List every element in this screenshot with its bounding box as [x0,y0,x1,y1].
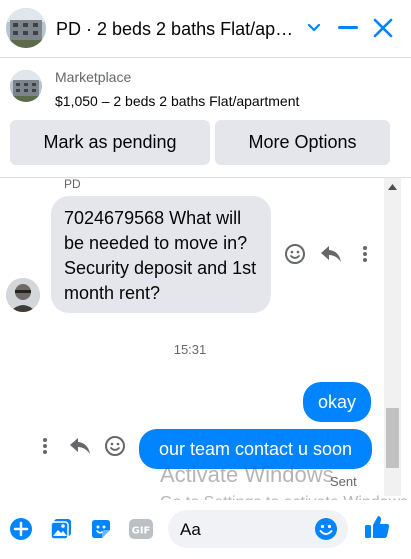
message-composer: GIF Aa [0,500,411,559]
delivery-status: Sent [330,474,357,489]
scroll-up-icon[interactable] [384,178,401,195]
minimize-icon[interactable] [334,14,362,42]
close-icon[interactable] [369,14,397,42]
react-emoji-icon[interactable] [102,433,128,459]
windows-watermark-title: Activate Windows [160,462,334,487]
photo-icon[interactable] [48,516,74,542]
more-options-button[interactable]: More Options [215,120,390,165]
message-input-placeholder: Aa [180,520,201,539]
more-actions-icon[interactable] [352,241,378,267]
chevron-down-icon[interactable] [300,14,328,42]
scrollbar-thumb[interactable] [386,408,399,468]
react-emoji-icon[interactable] [282,241,308,267]
message-thread: PD 7024679568 What will be needed to mov… [0,178,411,496]
chat-title[interactable]: PD · 2 beds 2 baths Flat/apartment [56,19,296,40]
marketplace-label: Marketplace [55,69,132,85]
listing-avatar[interactable] [6,8,46,48]
chat-header: PD · 2 beds 2 baths Flat/apartment [0,0,411,58]
listing-thumbnail[interactable] [10,70,42,102]
incoming-message[interactable]: 7024679568 What will be needed to move i… [51,196,271,313]
thumbs-up-icon[interactable] [364,514,390,540]
sticker-icon[interactable] [88,516,114,542]
svg-text:GIF: GIF [132,526,151,537]
message-timestamp: 15:31 [173,342,207,357]
outgoing-message[interactable]: okay [303,382,371,422]
scrollbar[interactable] [384,178,401,496]
more-actions-icon[interactable] [32,433,58,459]
gif-icon[interactable]: GIF [128,516,154,542]
emoji-icon[interactable] [314,517,338,541]
listing-title[interactable]: $1,050 – 2 beds 2 baths Flat/apartment [55,93,299,109]
plus-icon[interactable] [8,516,34,542]
marketplace-item: Marketplace $1,050 – 2 beds 2 baths Flat… [0,58,411,178]
mark-as-pending-button[interactable]: Mark as pending [10,120,210,165]
sender-avatar[interactable] [6,278,40,312]
reply-icon[interactable] [318,241,344,267]
message-input[interactable]: Aa [168,510,348,548]
reply-icon[interactable] [67,433,93,459]
sender-name: PD [64,178,81,191]
